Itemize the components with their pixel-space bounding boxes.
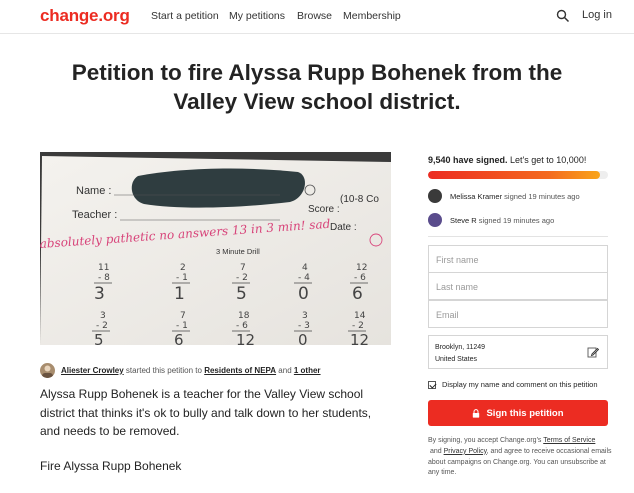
nav-browse[interactable]: Browse [297,10,332,22]
worksheet-drill-label: 3 Minute Drill [216,247,260,256]
svg-text:- 6: - 6 [354,273,366,283]
petition-title: Petition to fire Alyssa Rupp Bohenek fro… [20,58,614,116]
sign-petition-label: Sign this petition [486,407,564,419]
location-line2: United States [435,356,478,363]
terms-text-pre: By signing, you accept Change.org's [428,437,544,444]
user-icon [42,365,53,378]
signer-avatar [428,189,442,203]
other-target-link[interactable]: 1 other [294,366,321,375]
display-name-checkbox[interactable] [428,380,436,389]
email-field[interactable]: Email [428,300,608,328]
redaction-scribble [131,168,305,208]
privacy-policy-link[interactable]: Privacy Policy [444,448,487,455]
sign-petition-button[interactable]: Sign this petition [428,400,608,426]
svg-text:3: 3 [100,311,106,321]
search-icon[interactable] [556,9,570,23]
nav-membership[interactable]: Membership [343,10,401,22]
starter-and-text: and [276,365,294,375]
recent-signer-row: Steve R signed 19 minutes ago [428,212,554,228]
petition-photo: Name : Teacher : Score : (10-8 Co Date :… [40,152,391,345]
svg-text:- 1: - 1 [176,321,188,331]
signature-progress-fill [428,171,600,179]
svg-text:7: 7 [240,263,246,273]
svg-text:12: 12 [350,331,369,345]
last-name-field[interactable]: Last name [428,272,608,300]
svg-text:3: 3 [94,284,105,304]
svg-text:1: 1 [174,284,185,304]
svg-text:6: 6 [174,331,184,345]
nav-my-petitions[interactable]: My petitions [229,10,285,22]
worksheet-teacher-label: Teacher : [72,209,117,221]
svg-text:18: 18 [238,311,250,321]
signer-name: Melissa Kramer [450,191,503,201]
recent-signer-row: Melissa Kramer signed 19 minutes ago [428,188,580,204]
login-link[interactable]: Log in [582,9,612,21]
worksheet-score-fraction: (10-8 Co [340,194,379,205]
svg-text:- 2: - 2 [96,321,108,331]
top-nav-bar: change.org Start a petition My petitions… [0,0,634,34]
signature-count-number: 9,540 have signed. [428,155,508,165]
change-org-logo[interactable]: change.org [40,6,130,26]
svg-text:- 2: - 2 [236,273,248,283]
svg-text:- 8: - 8 [98,273,110,283]
signer-action: signed 19 minutes ago [476,215,555,225]
svg-text:- 3: - 3 [298,321,310,331]
svg-text:0: 0 [298,331,308,345]
svg-text:4: 4 [302,263,308,273]
display-name-checkbox-label: Display my name and comment on this peti… [442,380,598,389]
terms-of-service-link[interactable]: Terms of Service [543,437,595,444]
first-name-field[interactable]: First name [428,245,608,273]
svg-text:6: 6 [352,284,363,304]
worksheet-image: Name : Teacher : Score : (10-8 Co Date :… [40,152,391,345]
svg-text:2: 2 [180,263,186,273]
svg-text:12: 12 [236,331,255,345]
signer-action: signed 19 minutes ago [502,191,580,201]
petition-description-2: Fire Alyssa Rupp Bohenek [40,459,182,473]
signer-name: Steve R [450,215,477,225]
svg-text:11: 11 [98,263,109,273]
petition-title-line1: Petition to fire Alyssa Rupp Bohenek fro… [71,60,563,85]
petition-description: Alyssa Rupp Bohenek is a teacher for the… [40,387,372,438]
signature-count: 9,540 have signed. Let's get to 10,000! [428,155,586,165]
starter-avatar[interactable] [40,362,55,378]
signature-goal-text: Let's get to 10,000! [507,155,587,165]
display-name-checkbox-row[interactable]: Display my name and comment on this peti… [428,380,598,389]
svg-text:- 4: - 4 [298,273,310,283]
signature-progress-bar [428,171,608,179]
location-line1: Brooklyn, 11249 [435,344,486,351]
petition-title-line2: Valley View school district. [173,89,461,114]
worksheet-score-label: Score : [308,204,340,215]
terms-text-mid: and [428,447,444,455]
target-link[interactable]: Residents of NEPA [204,366,276,375]
starter-text: started this petition to [123,365,205,375]
edit-pencil-icon[interactable] [587,346,599,358]
svg-text:7: 7 [180,311,186,321]
nav-start-petition[interactable]: Start a petition [151,10,219,22]
terms-notice: By signing, you accept Change.org's Term… [428,436,618,479]
svg-text:5: 5 [236,284,247,304]
svg-text:5: 5 [94,331,104,345]
starter-name-link[interactable]: Aliester Crowley [61,366,124,375]
svg-text:- 6: - 6 [236,321,248,331]
svg-text:0: 0 [298,284,309,304]
worksheet-date-label: Date : [330,222,357,233]
petition-starter-line: Aliester Crowley started this petition t… [40,362,321,378]
signer-avatar [428,213,442,227]
location-field[interactable]: Brooklyn, 11249 United States [428,335,608,369]
lock-icon [473,408,480,418]
svg-text:- 1: - 1 [176,273,188,283]
svg-text:14: 14 [354,311,366,321]
divider [428,236,608,237]
worksheet-name-label: Name : [76,185,111,197]
svg-text:3: 3 [302,311,308,321]
svg-text:- 2: - 2 [352,321,364,331]
svg-text:12: 12 [356,263,367,273]
